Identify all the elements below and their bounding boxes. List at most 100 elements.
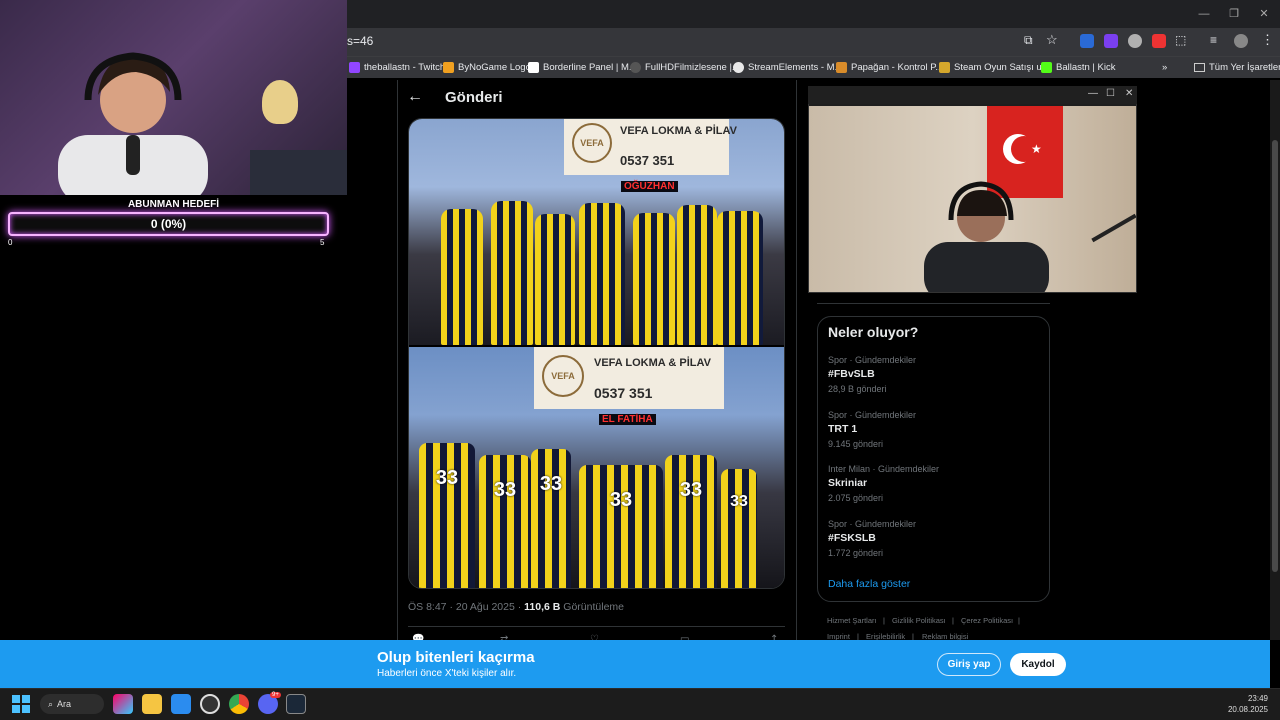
pip-minimize-icon[interactable]: — <box>1088 88 1098 99</box>
windows-start-icon[interactable] <box>12 695 30 713</box>
taskbar <box>0 688 1280 720</box>
twitch-icon <box>349 61 360 73</box>
extension-icon[interactable] <box>1080 34 1094 48</box>
bookmark-steam[interactable]: Steam Oyun Satışı u... <box>939 59 1050 75</box>
cast-icon[interactable]: ⧉ <box>1024 33 1033 48</box>
trend-name: Skriniar <box>828 477 868 489</box>
player-figure <box>441 209 483 345</box>
film-icon <box>630 61 641 73</box>
bookmark-star-icon[interactable]: ☆ <box>1046 32 1058 48</box>
media-icon[interactable]: ≡ <box>1210 33 1217 47</box>
footer-link-cookies[interactable]: Çerez Politikası <box>961 616 1013 625</box>
login-button[interactable]: Giriş yap <box>937 653 1001 676</box>
steam-icon[interactable] <box>286 694 306 714</box>
image-top-group-photo: VEFA VEFA LOKMA & PİLAV 0537 351 OĞUZHAN <box>409 119 784 345</box>
file-explorer-icon[interactable] <box>142 694 162 714</box>
clock-date: 20.08.2025 <box>1227 705 1268 714</box>
bookmark-streamelements[interactable]: StreamElements - M... <box>733 59 843 75</box>
puzzle-icon[interactable]: ⬚ <box>1175 33 1186 47</box>
close-icon[interactable]: ✕ <box>1256 6 1272 22</box>
bookmark-fullhd[interactable]: FullHDFilmizlesene |... <box>630 59 740 75</box>
discord-badge: 9+ <box>270 692 281 698</box>
trend-category: Spor · Gündemdekiler <box>828 355 917 365</box>
all-bookmarks[interactable]: Tüm Yer İşaretleri <box>1194 59 1280 75</box>
desk <box>250 150 347 195</box>
trend-count: 9.145 gönderi <box>828 439 884 449</box>
jersey-back: 33 <box>479 455 531 588</box>
banner-text: VEFA LOKMA & PİLAV <box>620 125 737 137</box>
url-text[interactable]: s=46 <box>347 34 373 48</box>
arrow-left-icon[interactable]: ← <box>407 88 423 106</box>
goal-min: 0 <box>8 238 13 247</box>
trend-item[interactable]: Spor · Gündemdekiler #FSKSLB 1.772 gönde… <box>828 519 916 558</box>
restore-icon[interactable]: ❐ <box>1226 6 1242 22</box>
subscriber-goal-value: 0 (0%) <box>150 217 187 231</box>
goal-max: 5 <box>320 238 325 247</box>
footer-link-privacy[interactable]: Gizlilik Politikası <box>892 616 946 625</box>
led-sign: EL FATİHA <box>599 414 656 425</box>
player-figure <box>633 213 675 345</box>
jersey-back: 33 <box>531 449 571 588</box>
vefa-logo: VEFA <box>542 355 584 397</box>
banner-phone: 0537 351 <box>594 385 653 401</box>
taskbar-search[interactable]: ⌕ Ara <box>40 694 104 714</box>
led-sign: OĞUZHAN <box>621 181 678 192</box>
bookmark-twitch[interactable]: theballastn - Twitch <box>349 59 445 75</box>
plush-toy <box>262 80 298 124</box>
subscriber-goal-bar: 0 (0%) <box>8 212 329 236</box>
avatar-icon[interactable] <box>1234 34 1248 48</box>
show-more-link[interactable]: Daha fazla göster <box>828 578 910 590</box>
trend-category: Spor · Gündemdekiler <box>828 519 917 529</box>
trend-name: #FBvSLB <box>828 368 875 380</box>
pip-maximize-icon[interactable]: ☐ <box>1106 88 1115 99</box>
store-icon[interactable] <box>171 694 191 714</box>
bookmark-bynogame[interactable]: ByNoGame Logo <box>443 59 531 75</box>
post-views-label: Görüntüleme <box>563 601 624 613</box>
post-views: 110,6 B <box>524 601 561 613</box>
trend-item[interactable]: Spor · Gündemdekiler TRT 1 9.145 gönderi <box>828 410 916 449</box>
extension-red-icon[interactable] <box>1152 34 1166 48</box>
taskbar-clock[interactable]: 23:49 20.08.2025 <box>1218 693 1268 715</box>
player-figure <box>677 205 717 345</box>
trend-item[interactable]: Inter Milan · Gündemdekiler Skriniar 2.0… <box>828 464 939 503</box>
bookmarks-overflow-button[interactable]: » <box>1162 59 1167 75</box>
trend-category: Inter Milan · Gündemdekiler <box>828 464 940 474</box>
trend-count: 2.075 gönderi <box>828 493 884 503</box>
footer-link-terms[interactable]: Hizmet Şartları <box>827 616 877 625</box>
menu-dots-icon[interactable]: ⋮ <box>1261 32 1274 48</box>
bookmark-kick[interactable]: Ballastn | Kick <box>1041 59 1116 75</box>
mic-arm <box>1091 213 1136 243</box>
trend-item[interactable]: Spor · Gündemdekiler #FBvSLB 28,9 B gönd… <box>828 355 916 394</box>
image-bottom-group-photo: VEFA VEFA LOKMA & PİLAV 0537 351 EL FATİ… <box>409 347 784 588</box>
post-image[interactable]: VEFA VEFA LOKMA & PİLAV 0537 351 OĞUZHAN… <box>408 118 785 589</box>
food-truck-banner: VEFA VEFA LOKMA & PİLAV 0537 351 <box>534 347 724 409</box>
trend-name: TRT 1 <box>828 423 858 435</box>
extension-twitch-icon[interactable] <box>1104 34 1118 48</box>
chrome-icon[interactable] <box>229 694 249 714</box>
bookmark-papagan[interactable]: Papağan - Kontrol P... <box>836 59 943 75</box>
footer-separator: | <box>1018 616 1020 625</box>
shield-icon[interactable] <box>1128 34 1142 48</box>
footer-separator: | <box>883 616 885 625</box>
minimize-icon[interactable]: — <box>1196 6 1212 22</box>
copilot-icon[interactable] <box>113 694 133 714</box>
trend-count: 1.772 gönderi <box>828 548 884 558</box>
search-icon: ⌕ <box>48 698 54 709</box>
footer-separator: | <box>952 616 954 625</box>
m-logo-icon <box>528 61 539 73</box>
trend-count: 28,9 B gönderi <box>828 384 887 394</box>
pip-close-icon[interactable]: ✕ <box>1125 88 1133 99</box>
player-figure <box>579 203 625 345</box>
trend-name: #FSKSLB <box>828 532 876 544</box>
clock-app-icon[interactable] <box>200 694 220 714</box>
signup-button[interactable]: Kaydol <box>1010 653 1066 676</box>
person-figure <box>924 181 1049 292</box>
post-divider <box>408 626 785 627</box>
bookmark-borderline[interactable]: Borderline Panel | M... <box>528 59 637 75</box>
scrollbar-thumb[interactable] <box>1272 140 1278 572</box>
post-meta: ÖS 8:47 · 20 Ağu 2025 · 110,6 B Görüntül… <box>408 601 624 613</box>
streamelements-icon <box>733 61 744 73</box>
banner-text: VEFA LOKMA & PİLAV <box>594 357 711 369</box>
jersey-held: 33 <box>579 465 663 588</box>
login-banner-title: Olup bitenleri kaçırma <box>377 649 535 666</box>
